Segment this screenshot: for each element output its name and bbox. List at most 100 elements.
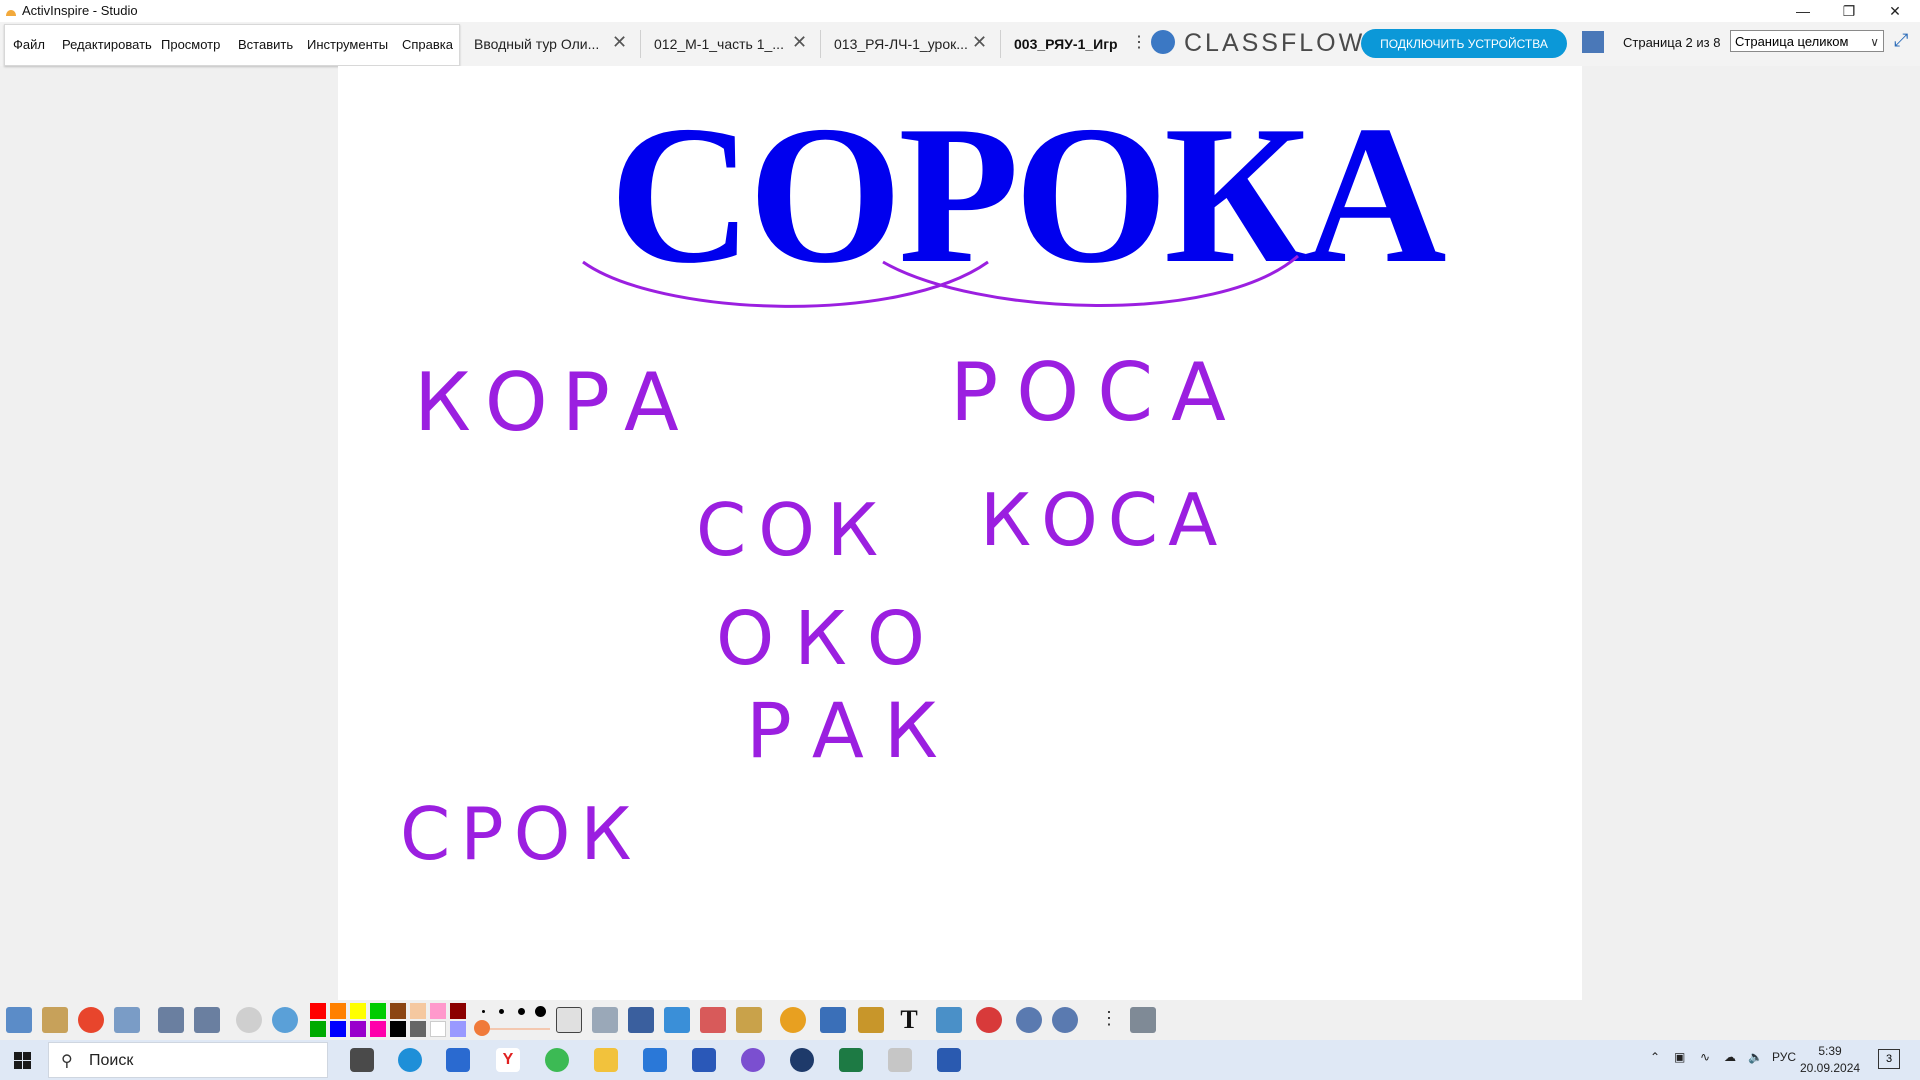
menu-file[interactable]: Файл (13, 37, 45, 52)
color-swatch[interactable] (370, 1021, 386, 1037)
clear-icon[interactable] (936, 1007, 962, 1033)
color-swatch[interactable] (330, 1021, 346, 1037)
more-tools-icon[interactable]: ⋮ (1100, 1008, 1118, 1029)
photo-app-icon[interactable] (692, 1048, 716, 1072)
pen-icon[interactable] (628, 1007, 654, 1033)
main-menu-icon[interactable] (6, 1007, 32, 1033)
windows-start-icon[interactable] (14, 1052, 31, 1069)
notifications-icon[interactable]: 3 (1878, 1049, 1900, 1069)
color-swatch[interactable] (450, 1021, 466, 1037)
text-tool-icon[interactable]: T (896, 1007, 922, 1033)
color-swatch[interactable] (330, 1003, 346, 1019)
toolbox-settings-icon[interactable] (1130, 1007, 1156, 1033)
pen-width-3[interactable] (518, 1008, 525, 1015)
connect-devices-button[interactable]: ПОДКЛЮЧИТЬ УСТРОЙСТВА (1361, 29, 1567, 58)
pen-width-1[interactable] (482, 1010, 485, 1013)
system-clock[interactable]: 5:39 20.09.2024 (1800, 1043, 1860, 1077)
tab-document-3[interactable]: 013_РЯ-ЛЧ-1_урок... ✕ (820, 22, 1000, 66)
pen-width-4[interactable] (535, 1006, 546, 1017)
fill-icon[interactable] (736, 1007, 762, 1033)
cloud-icon[interactable]: ☁ (1724, 1050, 1736, 1064)
color-swatch[interactable] (390, 1003, 406, 1019)
width-slider-handle[interactable] (474, 1020, 490, 1036)
volume-icon[interactable]: 🔈 (1748, 1050, 1763, 1064)
desktop-annotate-icon[interactable] (114, 1007, 140, 1033)
zoom-select[interactable]: Страница целиком ∨ (1730, 30, 1884, 52)
color-swatch[interactable] (310, 1003, 326, 1019)
color-swatch[interactable] (450, 1003, 466, 1019)
color-swatch[interactable] (350, 1021, 366, 1037)
menu-insert[interactable]: Вставить (238, 37, 293, 52)
mail-icon[interactable] (643, 1048, 667, 1072)
magic-wand-icon[interactable] (592, 1007, 618, 1033)
network-icon[interactable]: ∿ (1700, 1050, 1710, 1064)
classflow-logo: CLASSFLOW (1184, 29, 1366, 57)
language-indicator[interactable]: РУС (1772, 1050, 1796, 1064)
color-swatch[interactable] (410, 1021, 426, 1037)
handwritten-word: ОКО (716, 596, 946, 682)
handwritten-word: РАК (746, 686, 958, 775)
task-view-icon[interactable] (350, 1048, 374, 1072)
close-tab-icon[interactable]: ✕ (792, 32, 807, 53)
menu-view[interactable]: Просмотр (161, 37, 220, 52)
width-slider-track[interactable] (490, 1028, 550, 1030)
play-icon[interactable] (236, 1007, 262, 1033)
color-swatch[interactable] (410, 1003, 426, 1019)
web-browser-icon[interactable] (272, 1007, 298, 1033)
reset-page-icon[interactable] (976, 1007, 1002, 1033)
page-browser-icon[interactable] (1582, 31, 1604, 53)
menu-tools[interactable]: Инструменты (307, 37, 388, 52)
close-tab-icon[interactable]: ✕ (612, 32, 627, 53)
minimize-button[interactable]: — (1780, 0, 1826, 22)
tab-document-2[interactable]: 012_М-1_часть 1_... ✕ (640, 22, 820, 66)
teams-app-icon[interactable] (790, 1048, 814, 1072)
excel-icon[interactable] (839, 1048, 863, 1072)
page-status: Страница 2 из 8 (1623, 35, 1721, 50)
close-window-button[interactable]: ✕ (1872, 0, 1918, 22)
device-icon[interactable]: ▣ (1674, 1050, 1685, 1064)
chrome-icon[interactable] (545, 1048, 569, 1072)
more-tabs-icon[interactable]: ⋮ (1131, 32, 1147, 52)
color-swatch[interactable] (430, 1003, 446, 1019)
undo-icon[interactable] (1016, 1007, 1042, 1033)
menu-edit[interactable]: Редактировать (62, 37, 152, 52)
close-tab-icon[interactable]: ✕ (972, 32, 987, 53)
handwritten-word: КОРА (414, 356, 693, 449)
tab-document-1[interactable]: Вводный тур Оли... ✕ (460, 22, 640, 66)
color-swatch[interactable] (310, 1021, 326, 1037)
pen-width-2[interactable] (499, 1009, 504, 1014)
activinspire-taskbar-icon[interactable] (888, 1048, 912, 1072)
show-hidden-icons[interactable]: ⌃ (1650, 1050, 1660, 1064)
tab-document-active[interactable]: 003_РЯУ-1_Игр (1000, 22, 1130, 66)
color-swatch[interactable] (350, 1003, 366, 1019)
next-page-icon[interactable] (194, 1007, 220, 1033)
menu-help[interactable]: Справка (402, 37, 453, 52)
classflow-rocket-icon[interactable] (1151, 30, 1175, 54)
select-cursor-icon[interactable] (556, 1007, 582, 1033)
resource-library-icon[interactable] (858, 1007, 884, 1033)
clock-date: 20.09.2024 (1800, 1061, 1861, 1075)
edge-browser-icon[interactable] (398, 1048, 422, 1072)
eraser-icon[interactable] (700, 1007, 726, 1033)
file-explorer-icon[interactable] (594, 1048, 618, 1072)
fullscreen-icon[interactable]: ⤢ (1894, 30, 1908, 51)
highlighter-icon[interactable] (664, 1007, 690, 1033)
main-menu: Файл Редактировать Просмотр Вставить Инс… (4, 24, 460, 66)
redo-icon[interactable] (1052, 1007, 1078, 1033)
color-swatch[interactable] (430, 1021, 446, 1037)
menu-tab-row: Файл Редактировать Просмотр Вставить Инс… (0, 22, 1920, 66)
color-swatch[interactable] (390, 1021, 406, 1037)
previous-page-icon[interactable] (158, 1007, 184, 1033)
word-icon[interactable] (937, 1048, 961, 1072)
browsers-icon[interactable] (42, 1007, 68, 1033)
flipchart-icon[interactable] (78, 1007, 104, 1033)
taskbar-search[interactable]: ⚲ Поиск (48, 1042, 328, 1078)
shape-icon[interactable] (780, 1007, 806, 1033)
flipchart-page[interactable]: СОРОКА КОРА РОСА СОК КОСА ОКО РАК СРОК (338, 66, 1582, 1000)
restore-button[interactable]: ❐ (1826, 0, 1872, 22)
yandex-browser-icon[interactable]: Y (496, 1048, 520, 1072)
color-swatch[interactable] (370, 1003, 386, 1019)
connector-icon[interactable] (820, 1007, 846, 1033)
store-icon[interactable] (446, 1048, 470, 1072)
viber-icon[interactable] (741, 1048, 765, 1072)
